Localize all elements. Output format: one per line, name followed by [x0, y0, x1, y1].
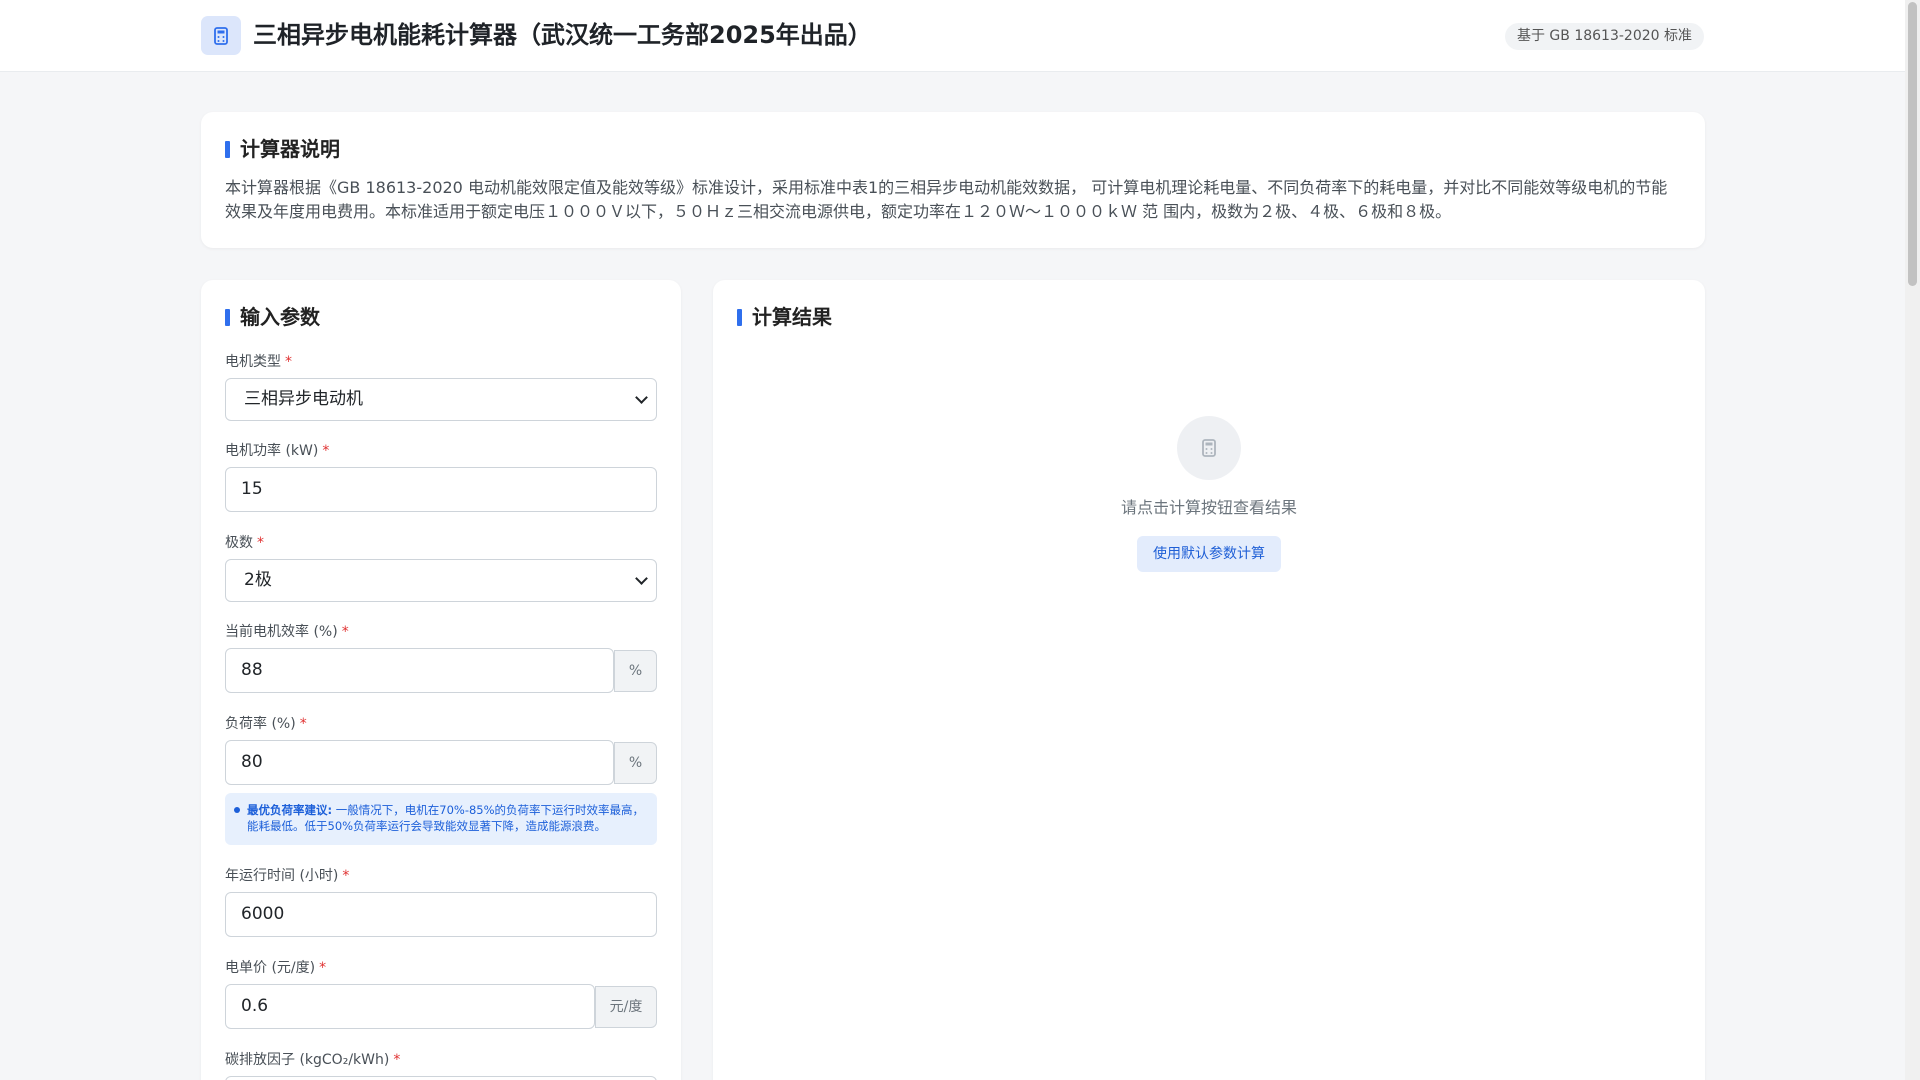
info-icon [225, 141, 230, 158]
motor-type-select[interactable]: 三相异步电动机 [225, 378, 657, 421]
edit-icon [225, 309, 230, 326]
load-rate-tip: 最优负荷率建议: 一般情况下，电机在70%-85%的负荷率下运行时效率最高，能耗… [225, 793, 657, 845]
efficiency-unit: % [614, 650, 657, 692]
chart-icon [737, 309, 742, 326]
description-title: 计算器说明 [225, 136, 340, 162]
price-unit: 元/度 [595, 986, 657, 1028]
chevron-down-icon [635, 572, 648, 585]
input-panel: 输入参数 电机类型 * 三相异步电动机 电机功率 (kW) * 15 极数 * 2极 … [201, 280, 681, 1080]
calculator-icon [201, 16, 241, 55]
poles-label: 极数 * [225, 535, 264, 551]
price-label: 电单价 (元/度) * [225, 960, 327, 976]
chevron-down-icon [635, 391, 648, 404]
load-rate-label: 负荷率 (%) * [225, 716, 307, 732]
lightbulb-icon [234, 807, 240, 813]
result-panel-title: 计算结果 [737, 304, 832, 330]
description-card: 计算器说明 本计算器根据《GB 18613-2020 电动机能效限定值及能效等级… [201, 112, 1705, 248]
default-calculate-button[interactable]: 使用默认参数计算 [1137, 536, 1281, 572]
annual-hours-input[interactable]: 6000 [225, 892, 657, 937]
motor-type-label: 电机类型 * [225, 354, 292, 370]
price-input[interactable]: 0.6 [225, 984, 595, 1029]
efficiency-input[interactable]: 88 [225, 648, 614, 693]
empty-state-text: 请点击计算按钮查看结果 [1120, 498, 1297, 517]
description-text: 本计算器根据《GB 18613-2020 电动机能效限定值及能效等级》标准设计，… [225, 178, 1668, 221]
app-header: 三相异步电机能耗计算器（武汉统一工务部2025年出品） 基于 GB 18613-… [0, 0, 1905, 72]
carbon-factor-label: 碳排放因子 (kgCO₂/kWh) * [225, 1052, 401, 1068]
annual-hours-label: 年运行时间 (小时) * [225, 868, 350, 884]
load-rate-unit: % [614, 742, 657, 784]
load-rate-input[interactable]: 80 [225, 740, 614, 785]
input-panel-title: 输入参数 [225, 304, 320, 330]
power-label: 电机功率 (kW) * [225, 443, 330, 459]
poles-select[interactable]: 2极 [225, 559, 657, 602]
empty-state-calculator-icon [1177, 416, 1241, 480]
result-panel: 计算结果 请点击计算按钮查看结果 使用默认参数计算 [713, 280, 1705, 1080]
page-scrollbar[interactable] [1905, 0, 1920, 1080]
efficiency-label: 当前电机效率 (%) * [225, 624, 349, 640]
standard-badge: 基于 GB 18613-2020 标准 [1504, 23, 1704, 50]
app-title: 三相异步电机能耗计算器（武汉统一工务部2025年出品） [253, 21, 872, 49]
power-input[interactable]: 15 [225, 467, 657, 512]
carbon-factor-input[interactable] [225, 1076, 657, 1080]
scrollbar-thumb[interactable] [1908, 2, 1917, 286]
